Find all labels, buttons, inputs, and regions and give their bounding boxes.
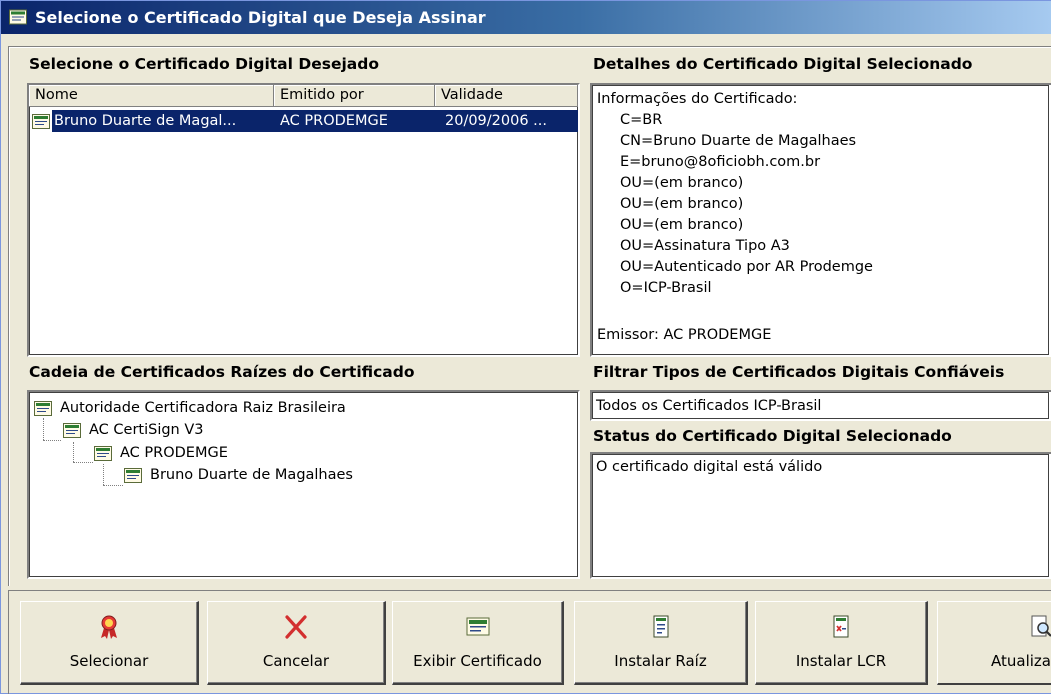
red-x-icon xyxy=(285,615,307,639)
details-box[interactable]: Informações do Certificado: C=BR CN=Brun… xyxy=(590,83,1051,357)
instalar-raiz-button[interactable]: Instalar Raíz xyxy=(574,601,748,685)
column-header-nome[interactable]: Nome xyxy=(29,85,274,107)
list-header: Nome Emitido por Validade xyxy=(29,85,578,107)
revocation-list-icon xyxy=(833,615,849,638)
tree-node-label: Autoridade Certificadora Raiz Brasileira xyxy=(60,400,346,416)
exibir-certificado-button[interactable]: Exibir Certificado xyxy=(392,601,564,685)
instalar-lcr-button[interactable]: Instalar LCR xyxy=(755,601,928,685)
column-header-validade[interactable]: Validade xyxy=(435,85,578,107)
tree-node-label: Bruno Duarte de Magalhaes xyxy=(150,467,353,483)
tree-line xyxy=(103,464,104,485)
detail-line: E=bruno@8oficiobh.com.br xyxy=(620,154,821,170)
details-heading: Informações do Certificado: xyxy=(597,91,798,107)
filter-select[interactable]: Todos os Certificados ICP-Brasil xyxy=(590,390,1051,421)
certificate-icon xyxy=(32,114,50,129)
detail-line: OU=(em branco) xyxy=(620,175,744,191)
button-label: Atualiza xyxy=(991,652,1051,670)
certificates-list[interactable]: Nome Emitido por Validade Bruno Duarte d… xyxy=(27,83,580,357)
award-ribbon-icon xyxy=(101,615,117,639)
tree-line xyxy=(73,462,93,463)
status-box: O certificado digital está válido xyxy=(590,452,1051,579)
tree-line xyxy=(43,418,44,440)
button-label: Cancelar xyxy=(262,652,330,670)
atualizar-button[interactable]: Atualiza xyxy=(937,601,1051,685)
certificates-label: Selecione o Certificado Digital Desejado xyxy=(29,55,379,73)
status-label: Status do Certificado Digital Selecionad… xyxy=(593,427,952,445)
details-label: Detalhes do Certificado Digital Selecion… xyxy=(593,55,973,73)
chain-label: Cadeia de Certificados Raízes do Certifi… xyxy=(29,363,415,381)
tree-node-certisign[interactable]: AC CertiSign V3 xyxy=(63,419,204,441)
tree-node-label: AC CertiSign V3 xyxy=(89,422,204,438)
tree-line xyxy=(73,442,74,462)
cell-name: Bruno Duarte de Magal... xyxy=(52,110,274,132)
filter-value: Todos os Certificados ICP-Brasil xyxy=(596,398,822,414)
table-row[interactable]: Bruno Duarte de Magal... AC PRODEMGE 20/… xyxy=(32,110,578,132)
certificate-icon xyxy=(63,423,81,438)
filter-label: Filtrar Tipos de Certificados Digitais C… xyxy=(593,363,1005,381)
detail-line: OU=(em branco) xyxy=(620,217,744,233)
selecionar-button[interactable]: Selecionar xyxy=(20,601,199,685)
button-label: Instalar LCR xyxy=(795,652,887,670)
title-bar[interactable]: Selecione o Certificado Digital que Dese… xyxy=(1,1,1051,34)
tree-node-root[interactable]: Autoridade Certificadora Raiz Brasileira xyxy=(34,397,346,419)
detail-line: CN=Bruno Duarte de Magalhaes xyxy=(620,133,857,149)
column-header-emitido-por[interactable]: Emitido por xyxy=(274,85,435,107)
certificate-icon xyxy=(466,617,489,636)
certificate-icon xyxy=(9,9,27,25)
certificate-icon xyxy=(34,401,52,416)
tree-line xyxy=(103,485,123,486)
tree-line xyxy=(43,440,61,441)
detail-line: OU=Assinatura Tipo A3 xyxy=(620,238,790,254)
window-title: Selecione o Certificado Digital que Dese… xyxy=(35,8,486,27)
certificate-icon xyxy=(94,446,112,461)
button-label: Instalar Raíz xyxy=(614,652,707,670)
detail-line: OU=Autenticado por AR Prodemge xyxy=(620,259,873,275)
button-label: Exibir Certificado xyxy=(413,652,542,670)
detail-line: OU=(em branco) xyxy=(620,196,744,212)
issuer-line: Emissor: AC PRODEMGE xyxy=(597,327,772,343)
cancelar-button[interactable]: Cancelar xyxy=(207,601,386,685)
install-document-icon xyxy=(653,615,668,638)
tree-node-label: AC PRODEMGE xyxy=(120,445,228,461)
tree-node-user[interactable]: Bruno Duarte de Magalhaes xyxy=(124,464,353,486)
magnifier-document-icon xyxy=(1031,615,1051,637)
chain-tree[interactable]: Autoridade Certificadora Raiz Brasileira… xyxy=(27,390,580,579)
detail-line: O=ICP-Brasil xyxy=(620,280,712,296)
detail-line: C=BR xyxy=(620,112,663,128)
button-label: Selecionar xyxy=(69,652,149,670)
certificate-icon xyxy=(124,468,142,483)
cell-issuer: AC PRODEMGE xyxy=(274,110,435,132)
tree-node-prodemge[interactable]: AC PRODEMGE xyxy=(94,442,228,464)
status-text: O certificado digital está válido xyxy=(596,459,823,475)
cell-validity: 20/09/2006 ... xyxy=(435,110,578,132)
